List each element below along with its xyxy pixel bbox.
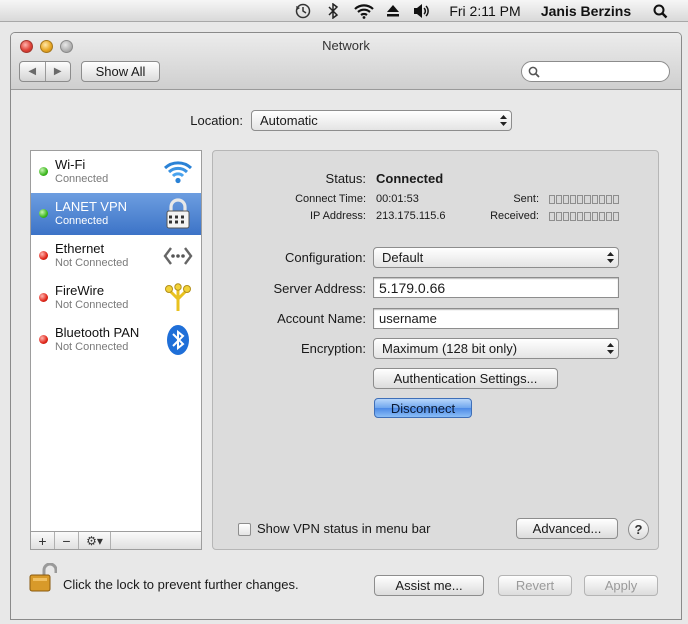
location-value: Automatic bbox=[260, 113, 318, 128]
encryption-value: Maximum (128 bit only) bbox=[382, 341, 518, 356]
spotlight-icon[interactable] bbox=[650, 2, 670, 20]
search-input[interactable] bbox=[542, 63, 662, 80]
add-service-button[interactable]: + bbox=[31, 532, 55, 549]
service-status: Connected bbox=[55, 215, 109, 227]
status-dot-red bbox=[39, 251, 48, 260]
account-name-input[interactable]: username bbox=[373, 308, 619, 329]
status-dot-red bbox=[39, 335, 48, 344]
connect-time-label: Connect Time: bbox=[295, 193, 366, 205]
popup-arrows-icon bbox=[602, 343, 618, 354]
wifi-icon bbox=[161, 155, 195, 189]
service-status: Not Connected bbox=[55, 341, 129, 353]
ip-address-label: IP Address: bbox=[309, 210, 366, 222]
encryption-popup[interactable]: Maximum (128 bit only) bbox=[373, 338, 619, 359]
show-vpn-status-checkbox[interactable] bbox=[238, 523, 251, 536]
revert-button[interactable]: Revert bbox=[498, 575, 572, 596]
advanced-button[interactable]: Advanced... bbox=[516, 518, 618, 539]
service-item-firewire[interactable]: FireWire Not Connected bbox=[31, 277, 201, 319]
configuration-value: Default bbox=[382, 250, 424, 265]
time-machine-icon[interactable] bbox=[292, 2, 314, 20]
encryption-label: Encryption: bbox=[300, 341, 366, 356]
authentication-settings-button[interactable]: Authentication Settings... bbox=[373, 368, 558, 389]
location-label: Location: bbox=[190, 113, 243, 128]
service-item-ethernet[interactable]: Ethernet Not Connected bbox=[31, 235, 201, 277]
menubar-clock[interactable]: Fri 2:11 PM bbox=[442, 2, 528, 20]
back-forward-control: ◀ ▶ bbox=[19, 61, 71, 82]
service-list-toolbar: + − ⚙▾ bbox=[30, 532, 202, 550]
status-value: Connected bbox=[376, 171, 444, 186]
status-dot-green bbox=[39, 167, 48, 176]
search-icon bbox=[528, 66, 540, 78]
service-item-wifi[interactable]: Wi-Fi Connected bbox=[31, 151, 201, 193]
received-meter bbox=[549, 212, 619, 221]
assist-me-button[interactable]: Assist me... bbox=[374, 575, 484, 596]
status-dot-red bbox=[39, 293, 48, 302]
title-bar: Network ◀ ▶ Show All bbox=[11, 33, 681, 90]
service-status: Connected bbox=[55, 173, 109, 185]
received-label: Received: bbox=[490, 210, 539, 222]
sent-meter bbox=[549, 195, 619, 204]
eject-icon[interactable] bbox=[384, 2, 402, 20]
lock-icon[interactable] bbox=[29, 562, 58, 593]
service-name: FireWire bbox=[55, 283, 105, 298]
server-address-input[interactable]: 5.179.0.66 bbox=[373, 277, 619, 298]
service-name: LANET VPN bbox=[55, 199, 128, 214]
vpn-detail-panel: Status: Connected Connect Time: 00:01:53… bbox=[212, 150, 659, 550]
popup-arrows-icon bbox=[495, 115, 511, 126]
service-status: Not Connected bbox=[55, 257, 129, 269]
lock-message: Click the lock to prevent further change… bbox=[63, 577, 299, 592]
configuration-popup[interactable]: Default bbox=[373, 247, 619, 268]
account-name-label: Account Name: bbox=[277, 311, 366, 326]
service-status: Not Connected bbox=[55, 299, 129, 311]
service-name: Wi-Fi bbox=[55, 157, 86, 172]
bluetooth-icon[interactable] bbox=[324, 2, 342, 20]
configuration-label: Configuration: bbox=[285, 250, 366, 265]
firewire-icon bbox=[161, 281, 195, 315]
gear-icon[interactable]: ⚙▾ bbox=[79, 532, 111, 549]
ethernet-icon bbox=[161, 239, 195, 273]
server-address-label: Server Address: bbox=[273, 281, 367, 296]
volume-icon[interactable] bbox=[410, 2, 434, 20]
bluetooth-icon bbox=[161, 323, 195, 357]
show-vpn-status-label: Show VPN status in menu bar bbox=[257, 521, 431, 536]
network-preferences-window: Network ◀ ▶ Show All Location: Automatic… bbox=[10, 32, 682, 620]
service-item-bluetooth-pan[interactable]: Bluetooth PAN Not Connected bbox=[31, 319, 201, 361]
back-button[interactable]: ◀ bbox=[20, 62, 45, 81]
location-popup[interactable]: Automatic bbox=[251, 110, 512, 131]
connect-time-value: 00:01:53 bbox=[376, 193, 419, 205]
menu-bar: Fri 2:11 PM Janis Berzins bbox=[0, 0, 688, 22]
remove-service-button[interactable]: − bbox=[55, 532, 79, 549]
wifi-icon[interactable] bbox=[351, 2, 377, 20]
ip-address-value: 213.175.115.6 bbox=[376, 210, 446, 222]
vpn-lock-icon bbox=[161, 197, 195, 231]
apply-button[interactable]: Apply bbox=[584, 575, 658, 596]
service-item-lanet-vpn[interactable]: LANET VPN Connected bbox=[31, 193, 201, 235]
status-dot-green bbox=[39, 209, 48, 218]
help-button[interactable]: ? bbox=[628, 519, 649, 540]
disconnect-button[interactable]: Disconnect bbox=[374, 398, 472, 418]
show-all-button[interactable]: Show All bbox=[81, 61, 160, 82]
service-name: Bluetooth PAN bbox=[55, 325, 140, 340]
menubar-user[interactable]: Janis Berzins bbox=[536, 2, 636, 20]
service-name: Ethernet bbox=[55, 241, 105, 256]
sent-label: Sent: bbox=[513, 193, 539, 205]
back-arrow-icon: ◀ bbox=[28, 66, 37, 77]
search-field[interactable] bbox=[521, 61, 670, 82]
forward-button[interactable]: ▶ bbox=[44, 62, 71, 81]
window-title: Network bbox=[322, 38, 370, 53]
status-label: Status: bbox=[325, 171, 366, 186]
service-list: Wi-Fi Connected LANET VPN Connected Ethe… bbox=[30, 150, 202, 532]
forward-arrow-icon: ▶ bbox=[53, 66, 62, 77]
popup-arrows-icon bbox=[602, 252, 618, 263]
